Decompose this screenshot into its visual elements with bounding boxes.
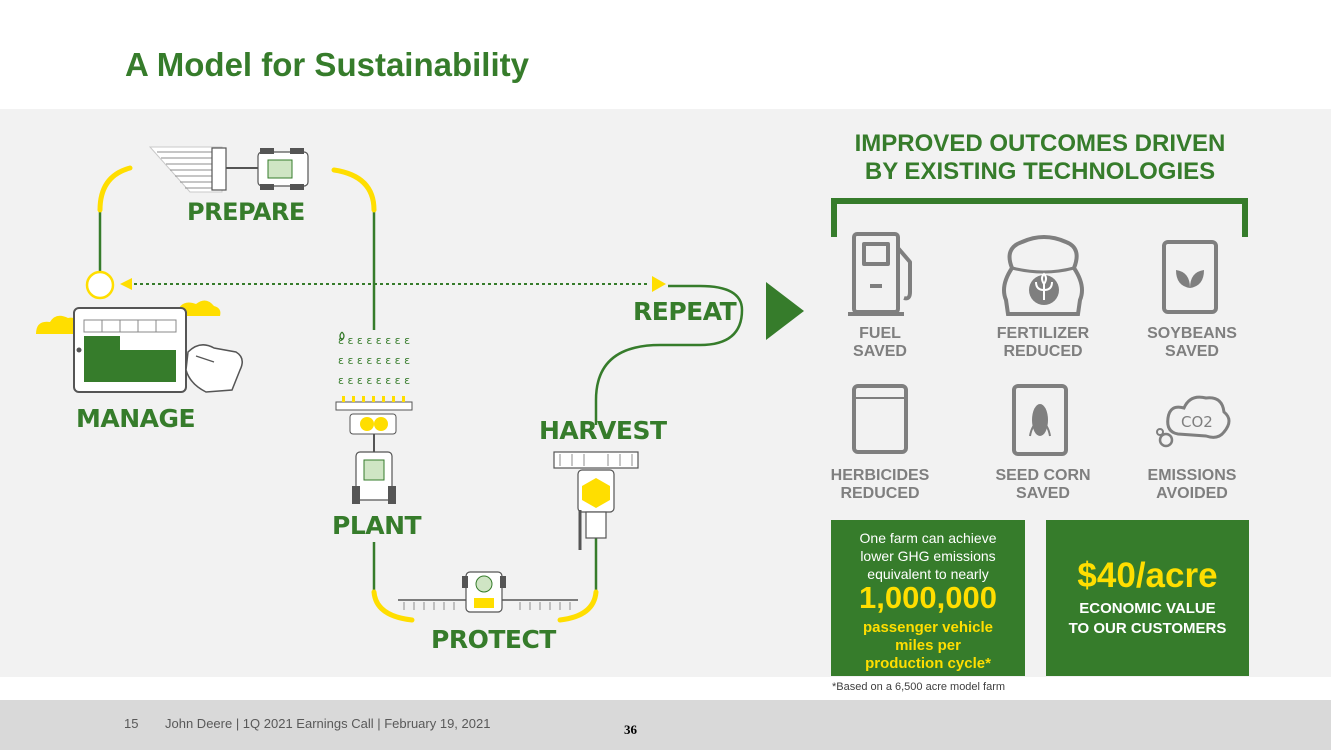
combine-icon: [553, 451, 639, 550]
label-line: FERTILIZER: [996, 325, 1090, 342]
economic-sub-line: TO OUR CUSTOMERS: [1068, 620, 1227, 637]
label-line: SAVED: [1016, 485, 1070, 502]
footnote: *Based on a 6,500 acre model farm: [832, 681, 1006, 693]
planter-tractor-icon: [335, 396, 413, 504]
svg-text:CO2: CO2: [1181, 413, 1213, 431]
outcomes-heading: IMPROVED OUTCOMES DRIVEN BY EXISTING TEC…: [832, 130, 1248, 186]
label-line: REDUCED: [1003, 343, 1083, 360]
svg-text:ɛ ɛ ɛ ɛ ɛ ɛ ɛ ɛ: ɛ ɛ ɛ ɛ ɛ ɛ ɛ ɛ: [338, 334, 410, 347]
label-fuel-saved: FUEL SAVED: [810, 325, 950, 361]
herbicide-bag-icon: [852, 384, 908, 454]
fertilizer-bag-icon: [1002, 235, 1084, 316]
cycle-diagram: ɛ ɛ ɛ ɛ ɛ ɛ ɛ ɛ ɛ ɛ ɛ ɛ ɛ ɛ ɛ ɛ ɛ ɛ ɛ ɛ …: [36, 146, 804, 623]
stage-protect: PROTECT: [431, 625, 556, 654]
seedlings-icon: ɛ ɛ ɛ ɛ ɛ ɛ ɛ ɛ ɛ ɛ ɛ ɛ ɛ ɛ ɛ ɛ ɛ ɛ ɛ ɛ …: [338, 334, 410, 387]
label-line: FUEL: [859, 325, 901, 342]
tablet-icon: [36, 300, 243, 393]
label-fertilizer-reduced: FERTILIZER REDUCED: [973, 325, 1113, 361]
seed-corn-bag-icon: [1012, 384, 1068, 456]
stage-harvest: HARVEST: [539, 416, 667, 445]
outcomes-heading-line2: BY EXISTING TECHNOLOGIES: [864, 158, 1216, 185]
stage-manage: MANAGE: [76, 404, 196, 433]
label-line: SAVED: [853, 343, 907, 360]
label-soybeans-saved: SOYBEANS SAVED: [1122, 325, 1262, 361]
stage-plant: PLANT: [332, 511, 422, 540]
slide-number: 36: [624, 722, 637, 737]
stage-repeat: REPEAT: [633, 297, 737, 326]
svg-text:ɛ ɛ ɛ ɛ ɛ ɛ ɛ ɛ: ɛ ɛ ɛ ɛ ɛ ɛ ɛ ɛ: [338, 354, 410, 367]
label-line: SEED CORN: [995, 467, 1091, 484]
label-seed-corn-saved: SEED CORN SAVED: [973, 467, 1113, 503]
tillage-tractor-icon: [148, 146, 309, 193]
sprayer-icon: [398, 571, 578, 613]
economic-big-value: $40/acre: [1077, 556, 1218, 595]
label-emissions-avoided: EMISSIONS AVOIDED: [1122, 467, 1262, 503]
svg-text:ɛ ɛ ɛ ɛ ɛ ɛ ɛ ɛ: ɛ ɛ ɛ ɛ ɛ ɛ ɛ ɛ: [338, 374, 410, 387]
outcomes-heading-line1: IMPROVED OUTCOMES DRIVEN: [854, 130, 1226, 157]
soybean-bag-icon: [1162, 240, 1218, 314]
label-line: EMISSIONS: [1147, 467, 1237, 484]
ghg-big-number: 1,000,000: [859, 580, 997, 615]
ghg-sub-line: miles per: [895, 637, 961, 654]
page-number: 15: [124, 716, 139, 731]
arrow-right-icon: [766, 282, 804, 340]
footer-text: John Deere | 1Q 2021 Earnings Call | Feb…: [165, 716, 491, 731]
ghg-sub-line: passenger vehicle: [862, 619, 994, 636]
label-line: SOYBEANS: [1147, 325, 1237, 342]
ghg-sub-line: production cycle*: [865, 655, 991, 672]
economic-sub-line: ECONOMIC VALUE: [1079, 600, 1216, 617]
page-title: A Model for Sustainability: [125, 46, 529, 83]
label-herbicides-reduced: HERBICIDES REDUCED: [810, 467, 950, 503]
label-line: HERBICIDES: [830, 467, 930, 484]
label-line: REDUCED: [840, 485, 920, 502]
stage-prepare: PREPARE: [187, 198, 305, 226]
label-line: AVOIDED: [1156, 485, 1228, 502]
ghg-emissions-box: One farm can achieve lower GHG emissions…: [831, 520, 1025, 676]
ghg-text-line: lower GHG emissions: [860, 548, 996, 564]
ghg-text-line: One farm can achieve: [859, 530, 997, 546]
economic-value-box: $40/acre ECONOMIC VALUE TO OUR CUSTOMERS: [1046, 520, 1249, 676]
co2-cloud-icon: CO2: [1156, 395, 1231, 448]
label-line: SAVED: [1165, 343, 1219, 360]
fuel-pump-icon: [848, 232, 912, 316]
